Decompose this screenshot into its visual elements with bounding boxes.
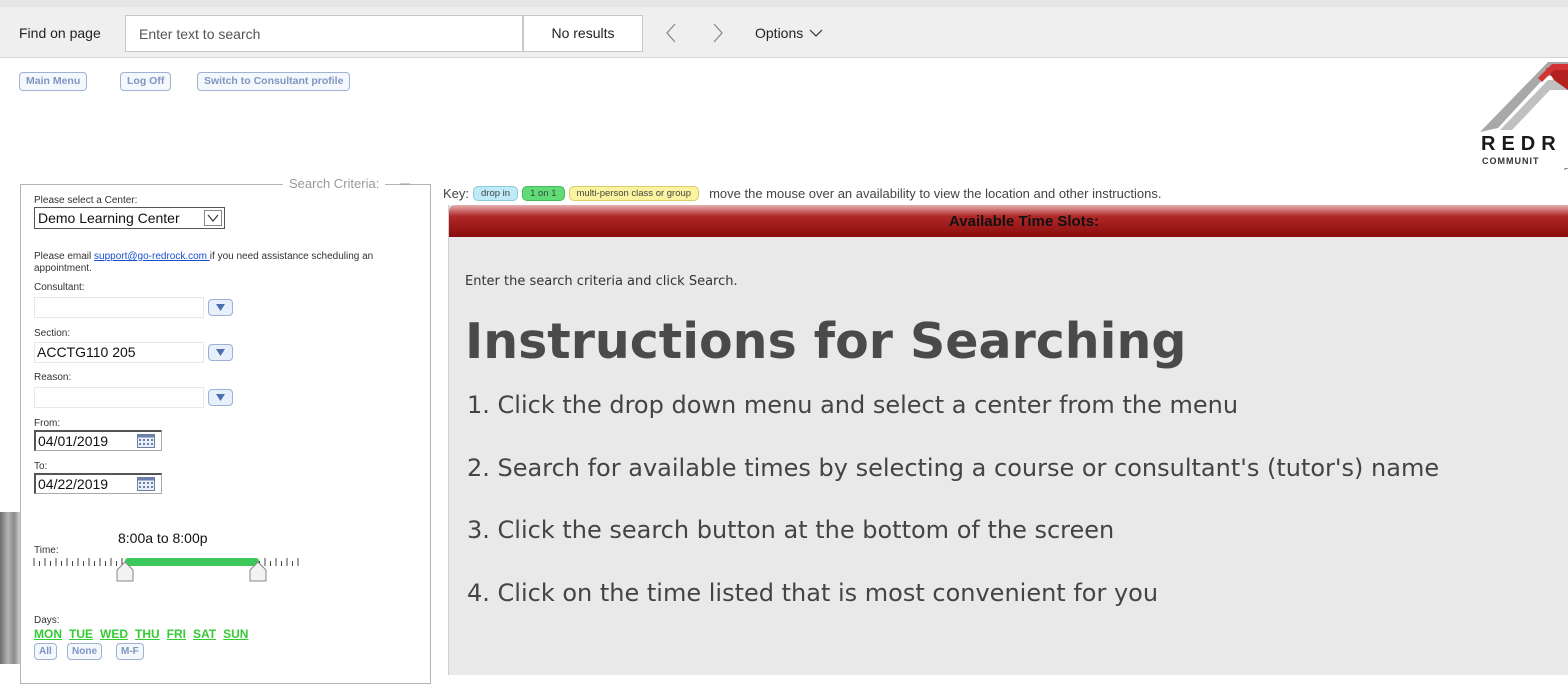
- find-previous-button[interactable]: [659, 21, 683, 45]
- to-date-value: 04/22/2019: [38, 476, 109, 492]
- key-group-badge: multi-person class or group: [568, 186, 700, 201]
- instruction-step-1: 1. Click the drop down menu and select a…: [467, 391, 1239, 419]
- calendar-icon[interactable]: [137, 477, 155, 491]
- day-sat[interactable]: SAT: [193, 627, 216, 641]
- chevron-left-icon: [666, 23, 676, 43]
- find-input[interactable]: [125, 15, 523, 52]
- find-options-label: Options: [755, 25, 804, 41]
- days-selector: MON TUE WED THU FRI SAT SUN: [34, 627, 248, 641]
- find-results-count: No results: [523, 15, 643, 52]
- main-menu-button[interactable]: Main Menu: [19, 72, 88, 91]
- time-range-slider[interactable]: [33, 550, 303, 590]
- legend-collapse-icon[interactable]: [400, 180, 410, 188]
- to-date-input[interactable]: 04/22/2019: [34, 473, 162, 494]
- day-sun[interactable]: SUN: [223, 627, 248, 641]
- chevron-down-icon: [809, 29, 823, 37]
- to-label: To:: [34, 461, 48, 472]
- instruction-step-3: 3. Click the search button at the bottom…: [467, 516, 1115, 544]
- background-strip: [0, 512, 20, 664]
- slots-header: Available Time Slots:: [449, 205, 1568, 237]
- support-email-link[interactable]: support@go-redrock.com: [94, 251, 210, 262]
- days-all-button[interactable]: All: [34, 643, 57, 660]
- search-criteria-legend: Search Criteria:: [283, 176, 386, 191]
- calendar-icon[interactable]: [137, 434, 155, 448]
- switch-profile-button[interactable]: Switch to Consultant profile: [197, 72, 351, 91]
- day-thu[interactable]: THU: [135, 627, 160, 641]
- day-mon[interactable]: MON: [34, 627, 62, 641]
- section-combo[interactable]: ACCTG110 205: [34, 342, 204, 363]
- reason-label: Reason:: [34, 372, 72, 383]
- consultant-combo[interactable]: [34, 297, 204, 318]
- day-fri[interactable]: FRI: [167, 627, 186, 641]
- log-off-button[interactable]: Log Off: [120, 72, 172, 91]
- roof-logo-icon: [1480, 62, 1568, 132]
- key-drop-in-badge: drop in: [473, 186, 519, 201]
- find-label: Find on page: [19, 25, 101, 41]
- caret-down-icon: [216, 394, 225, 401]
- key-label: Key:: [443, 186, 470, 201]
- logo-subtitle: COMMUNIT: [1482, 156, 1540, 166]
- consultant-dropdown-button[interactable]: [208, 299, 233, 316]
- reason-dropdown-button[interactable]: [208, 389, 233, 406]
- time-range-value: 8:00a to 8:00p: [118, 530, 208, 546]
- days-label: Days:: [34, 615, 60, 626]
- day-wed[interactable]: WED: [100, 627, 128, 641]
- slider-track-fill: [125, 558, 259, 566]
- slots-header-title: Available Time Slots:: [949, 213, 1100, 230]
- from-label: From:: [34, 418, 61, 429]
- chevron-right-icon: [713, 23, 723, 43]
- logo: REDR COMMUNIT R: [1478, 60, 1568, 170]
- support-info-text: Please email support@go-redrock.com if y…: [34, 251, 404, 275]
- instruction-step-2: 2. Search for available times by selecti…: [467, 454, 1440, 482]
- logo-title: REDR: [1481, 133, 1562, 155]
- day-tue[interactable]: TUE: [69, 627, 93, 641]
- consultant-label: Consultant:: [34, 282, 85, 293]
- section-label: Section:: [34, 328, 71, 339]
- legend-key: Key: drop in 1 on 1 multi-person class o…: [443, 186, 1161, 201]
- instructions-title: Instructions for Searching: [465, 313, 1187, 370]
- days-none-button[interactable]: None: [67, 643, 102, 660]
- logo-subtext: R: [1564, 167, 1568, 170]
- find-next-button[interactable]: [706, 21, 730, 45]
- caret-down-icon: [216, 349, 225, 356]
- support-info-prefix: Please email: [34, 251, 95, 262]
- find-bar: Find on page No results Options: [0, 0, 1568, 58]
- days-mf-button[interactable]: M-F: [116, 643, 144, 660]
- center-select-value: Demo Learning Center: [38, 210, 180, 226]
- from-date-input[interactable]: 04/01/2019: [34, 430, 162, 451]
- key-one-on-one-badge: 1 on 1: [522, 186, 565, 201]
- reason-combo[interactable]: [34, 387, 204, 408]
- enter-criteria-message: Enter the search criteria and click Sear…: [465, 274, 738, 289]
- key-hint: move the mouse over an availability to v…: [709, 186, 1162, 201]
- section-dropdown-button[interactable]: [208, 344, 233, 361]
- from-date-value: 04/01/2019: [38, 433, 109, 449]
- find-options-button[interactable]: Options: [755, 25, 823, 41]
- chevron-down-icon: [204, 210, 222, 226]
- instruction-step-4: 4. Click on the time listed that is most…: [467, 579, 1159, 607]
- center-label: Please select a Center:: [34, 195, 138, 206]
- caret-down-icon: [216, 304, 225, 311]
- center-select[interactable]: Demo Learning Center: [34, 207, 225, 229]
